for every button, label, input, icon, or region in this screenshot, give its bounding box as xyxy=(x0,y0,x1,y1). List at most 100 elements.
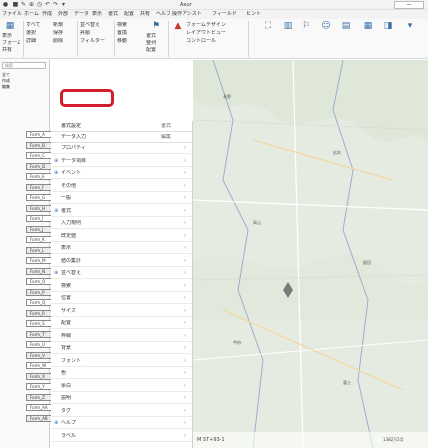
form-row-label: Form_G xyxy=(30,195,46,200)
ribbon-align[interactable]: 整列 xyxy=(146,40,166,46)
ribbon-form-design[interactable]: フォームデザイン xyxy=(186,22,240,28)
form-row-label: Form_I xyxy=(30,216,44,221)
property-row[interactable]: 一般 › xyxy=(51,193,192,204)
ribbon-layout-view[interactable]: レイアウトビュー xyxy=(186,30,240,36)
nav-search-input[interactable]: 検索 xyxy=(2,62,46,69)
property-row[interactable]: サイズ › xyxy=(51,306,192,317)
tab-hint[interactable]: ヒント xyxy=(246,11,262,18)
property-row[interactable]: 入力規則 › xyxy=(51,218,192,229)
property-row[interactable]: 検索 › xyxy=(51,281,192,292)
expand-icon[interactable]: ⊕ xyxy=(54,270,58,277)
tab-view[interactable]: 表示 xyxy=(92,11,106,18)
chevron-right-icon: › xyxy=(184,182,186,189)
map-scale: 1382万5月 xyxy=(383,437,404,442)
property-row-label: 背景 xyxy=(61,345,72,351)
nav-label-create[interactable]: 作成 xyxy=(2,78,24,83)
window-control-button[interactable]: — xyxy=(394,1,424,9)
ribbon-select[interactable]: 選択 xyxy=(26,30,50,36)
expand-icon[interactable]: ⊕ xyxy=(54,420,58,427)
tab-field[interactable]: フィールド xyxy=(212,11,240,18)
ribbon-group1-label-3[interactable]: 共有 xyxy=(2,47,20,53)
cell-icon[interactable]: ◨ xyxy=(382,21,394,31)
image-icon[interactable]: ⛶ xyxy=(262,21,274,31)
chart-icon[interactable]: ▤ xyxy=(340,21,352,31)
grid-icon[interactable]: ▦ xyxy=(362,21,374,31)
layers-icon[interactable]: ▥ xyxy=(282,21,294,31)
ribbon-delete[interactable]: 削除 xyxy=(53,38,75,44)
tab-share[interactable]: 共有 xyxy=(140,11,154,18)
tab-help[interactable]: ヘルプ xyxy=(156,11,170,18)
more-icon[interactable]: ▾ xyxy=(404,21,416,31)
property-row[interactable]: その他 › xyxy=(51,181,192,192)
ribbon-group1-label-1[interactable]: 表示 xyxy=(2,33,20,39)
property-row[interactable]: ⊕ 並べ替え › xyxy=(51,268,192,279)
ribbon-detail[interactable]: 詳細 xyxy=(26,38,50,44)
ribbon-all[interactable]: すべて xyxy=(26,22,50,28)
tab-assist[interactable]: 操作アシスト xyxy=(172,11,202,18)
tab-arrange[interactable]: 配置 xyxy=(124,11,138,18)
history-icon[interactable]: ◷ xyxy=(36,1,43,8)
property-row[interactable]: 位置 › xyxy=(51,293,192,304)
nav-label-all[interactable]: 全て xyxy=(2,72,24,77)
tab-data[interactable]: データ xyxy=(74,11,90,18)
expand-icon[interactable]: ⊕ xyxy=(54,158,58,165)
undo-icon[interactable]: ↶ xyxy=(44,1,51,8)
flag-icon[interactable]: ⚐ xyxy=(300,21,312,31)
people-icon[interactable]: ☺ xyxy=(320,21,332,31)
add-icon[interactable]: ⊕ xyxy=(28,1,35,8)
property-row[interactable]: 色 › xyxy=(51,368,192,379)
ribbon-format[interactable]: 書式 xyxy=(146,33,166,39)
property-row[interactable]: 説明 › xyxy=(51,393,192,404)
edit-icon[interactable]: ✎ xyxy=(20,1,27,8)
map-canvas[interactable] xyxy=(193,60,428,448)
property-row[interactable]: 配置 › xyxy=(51,318,192,329)
chevron-right-icon: › xyxy=(184,332,186,339)
tab-create[interactable]: 作成 xyxy=(42,11,56,18)
ribbon-replace[interactable]: 置換 xyxy=(117,30,143,36)
property-row[interactable]: プロパティ › xyxy=(51,143,192,154)
ribbon-sort[interactable]: 並べ替え xyxy=(80,22,112,28)
ribbon-group1-label-2[interactable]: フォーム xyxy=(2,40,20,46)
property-row[interactable]: ⊕ イベント › xyxy=(51,168,192,179)
pin-icon[interactable]: ⚑ xyxy=(150,21,162,31)
property-row[interactable]: ⊕ データ項目 › xyxy=(51,156,192,167)
property-row[interactable]: 表示 › xyxy=(51,243,192,254)
ribbon-place[interactable]: 配置 xyxy=(146,47,166,53)
ribbon-save[interactable]: 保存 xyxy=(53,30,75,36)
tab-format[interactable]: 書式 xyxy=(108,11,122,18)
property-row[interactable]: 既定値 › xyxy=(51,231,192,242)
property-row[interactable]: 余白 › xyxy=(51,381,192,392)
app-icon[interactable]: ● xyxy=(2,1,9,8)
expand-icon[interactable]: ⊕ xyxy=(54,208,58,215)
ribbon-ascending[interactable]: 昇順 xyxy=(80,30,112,36)
property-row-label: 表示 xyxy=(61,245,72,251)
prop-header-row-1[interactable]: 書式設定 書式 xyxy=(51,121,192,132)
property-row[interactable]: フォント › xyxy=(51,356,192,367)
tab-external[interactable]: 外部 xyxy=(58,11,72,18)
ribbon-search[interactable]: 検索 xyxy=(117,22,143,28)
tab-home[interactable]: ホーム xyxy=(24,11,40,18)
map-view[interactable]: 長野 松本 高山 飯田 甲府 富士 M ST+93-1 1382万5月 xyxy=(193,60,428,448)
form-row-label: Form_X xyxy=(30,373,45,379)
chevron-right-icon: › xyxy=(184,395,186,401)
tab-file[interactable]: ファイル xyxy=(2,11,22,18)
property-row[interactable]: 枠線 › xyxy=(51,331,192,342)
form-design-icon[interactable]: ▲ xyxy=(172,21,184,31)
property-row[interactable]: 値の集計 › xyxy=(51,256,192,267)
view-icon[interactable]: ▦ xyxy=(4,21,16,31)
property-row[interactable]: ⊕ ヘルプ › xyxy=(51,418,192,429)
nav-label-edit[interactable]: 編集 xyxy=(2,84,24,89)
ribbon-move[interactable]: 移動 xyxy=(117,38,143,44)
property-row[interactable]: ⊕ 書式 › xyxy=(51,206,192,217)
expand-icon[interactable]: ⊕ xyxy=(54,170,58,177)
save-icon[interactable]: ■ xyxy=(12,1,19,8)
property-row[interactable]: ラベル › xyxy=(51,431,192,442)
property-row[interactable]: タグ › xyxy=(51,406,192,417)
property-row[interactable]: 背景 › xyxy=(51,343,192,354)
ribbon-new[interactable]: 新規 xyxy=(53,22,75,28)
redo-icon[interactable]: ↷ xyxy=(52,1,59,8)
ribbon-control[interactable]: コントロール xyxy=(186,38,240,44)
prop-header-row-2[interactable]: データ入力 編集 xyxy=(51,132,192,143)
customize-chevron-icon[interactable]: ▾ xyxy=(60,1,67,8)
ribbon-filter[interactable]: フィルター xyxy=(80,38,112,44)
